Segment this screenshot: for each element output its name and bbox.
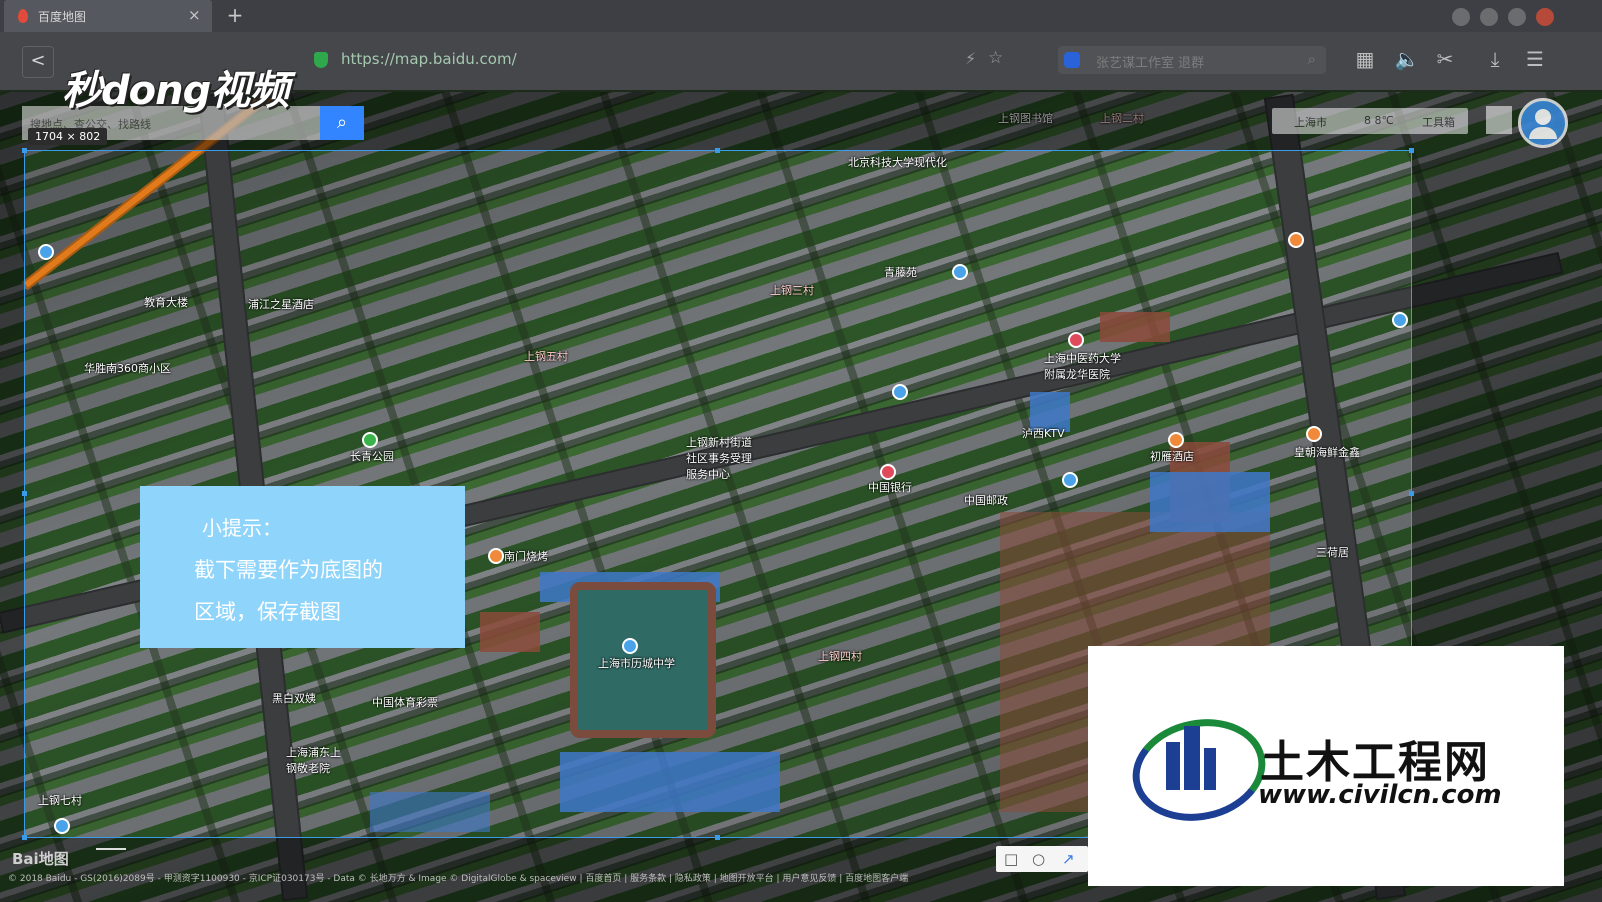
weather-label: 8 8℃ (1364, 114, 1394, 127)
map-type-button[interactable] (1486, 106, 1512, 134)
tab-bar: 百度地图 × + (0, 0, 1602, 32)
civilcn-url: www.civilcn.com (1258, 780, 1502, 810)
circle-tool-icon[interactable]: ○ (1032, 850, 1045, 868)
civilcn-watermark: 土木工程网 www.civilcn.com (1088, 646, 1564, 886)
close-window-button[interactable] (1536, 8, 1554, 26)
resize-handle[interactable] (22, 835, 27, 840)
restore-button[interactable] (1508, 8, 1526, 26)
map-search-button[interactable]: ⌕ (320, 106, 364, 140)
tab-title: 百度地图 (38, 10, 87, 24)
city-label[interactable]: 上海市 (1294, 114, 1327, 130)
dim-overlay (0, 150, 24, 838)
minimize-button[interactable] (1480, 8, 1498, 26)
resize-handle[interactable] (22, 148, 27, 153)
arrow-tool-icon[interactable]: ↗ (1062, 850, 1075, 868)
scissors-icon[interactable]: ✂ (1432, 47, 1458, 71)
tools-label[interactable]: 工具箱 (1422, 114, 1455, 130)
tip-text: 区域，保存截图 (194, 600, 341, 624)
baidu-paw-icon[interactable] (1064, 52, 1080, 68)
shield-secure-icon (314, 52, 328, 68)
tip-text: 截下需要作为底图的 (194, 558, 383, 582)
speaker-icon[interactable]: 🔈 (1394, 47, 1420, 71)
browser-search-box[interactable]: 张艺谋工作室 退群 ⌕ (1058, 46, 1326, 74)
tip-box: 小提示： 截下需要作为底图的 区域，保存截图 (140, 486, 465, 648)
building-icon (1204, 748, 1216, 790)
browser-search-placeholder: 张艺谋工作室 退群 (1096, 56, 1205, 71)
baidu-map-logo: Bai地图 (12, 850, 69, 868)
star-icon[interactable]: ☆ (988, 48, 1003, 68)
snip-toolbar: □ ○ ↗ (996, 846, 1088, 872)
new-tab-button[interactable]: + (222, 3, 248, 27)
browser-tab[interactable]: 百度地图 × (4, 0, 212, 32)
tab-close-button[interactable]: × (188, 6, 201, 24)
screenshot-size-label: 1704 × 802 (28, 128, 108, 145)
download-icon[interactable]: ⤓ (1482, 47, 1508, 71)
resize-handle[interactable] (1409, 491, 1414, 496)
resize-handle[interactable] (715, 835, 720, 840)
avatar[interactable] (1518, 98, 1568, 148)
resize-handle[interactable] (715, 148, 720, 153)
apps-icon[interactable]: ▦ (1352, 47, 1378, 71)
baidu-map-pin-icon (18, 9, 28, 23)
back-button[interactable]: < (22, 46, 54, 78)
lightning-icon[interactable]: ⚡ (965, 49, 976, 68)
building-icon (1184, 726, 1200, 790)
search-icon[interactable]: ⌕ (1308, 50, 1316, 68)
square-tool-icon[interactable]: □ (1004, 850, 1018, 868)
shield-icon[interactable] (1452, 8, 1470, 26)
watermark-logo: 秒dong视频 (62, 68, 289, 114)
building-icon (1166, 742, 1180, 790)
copyright-text: © 2018 Baidu - GS(2016)2089号 - 甲测资字11009… (8, 874, 909, 884)
tip-title: 小提示： (202, 516, 282, 540)
map-scale (96, 848, 126, 850)
address-bar[interactable]: https://map.baidu.com/ (341, 50, 517, 68)
menu-icon[interactable]: ☰ (1522, 47, 1548, 71)
resize-handle[interactable] (1409, 148, 1414, 153)
resize-handle[interactable] (22, 491, 27, 496)
city-selector[interactable]: 上海市 8 8℃ 工具箱 (1272, 108, 1468, 134)
